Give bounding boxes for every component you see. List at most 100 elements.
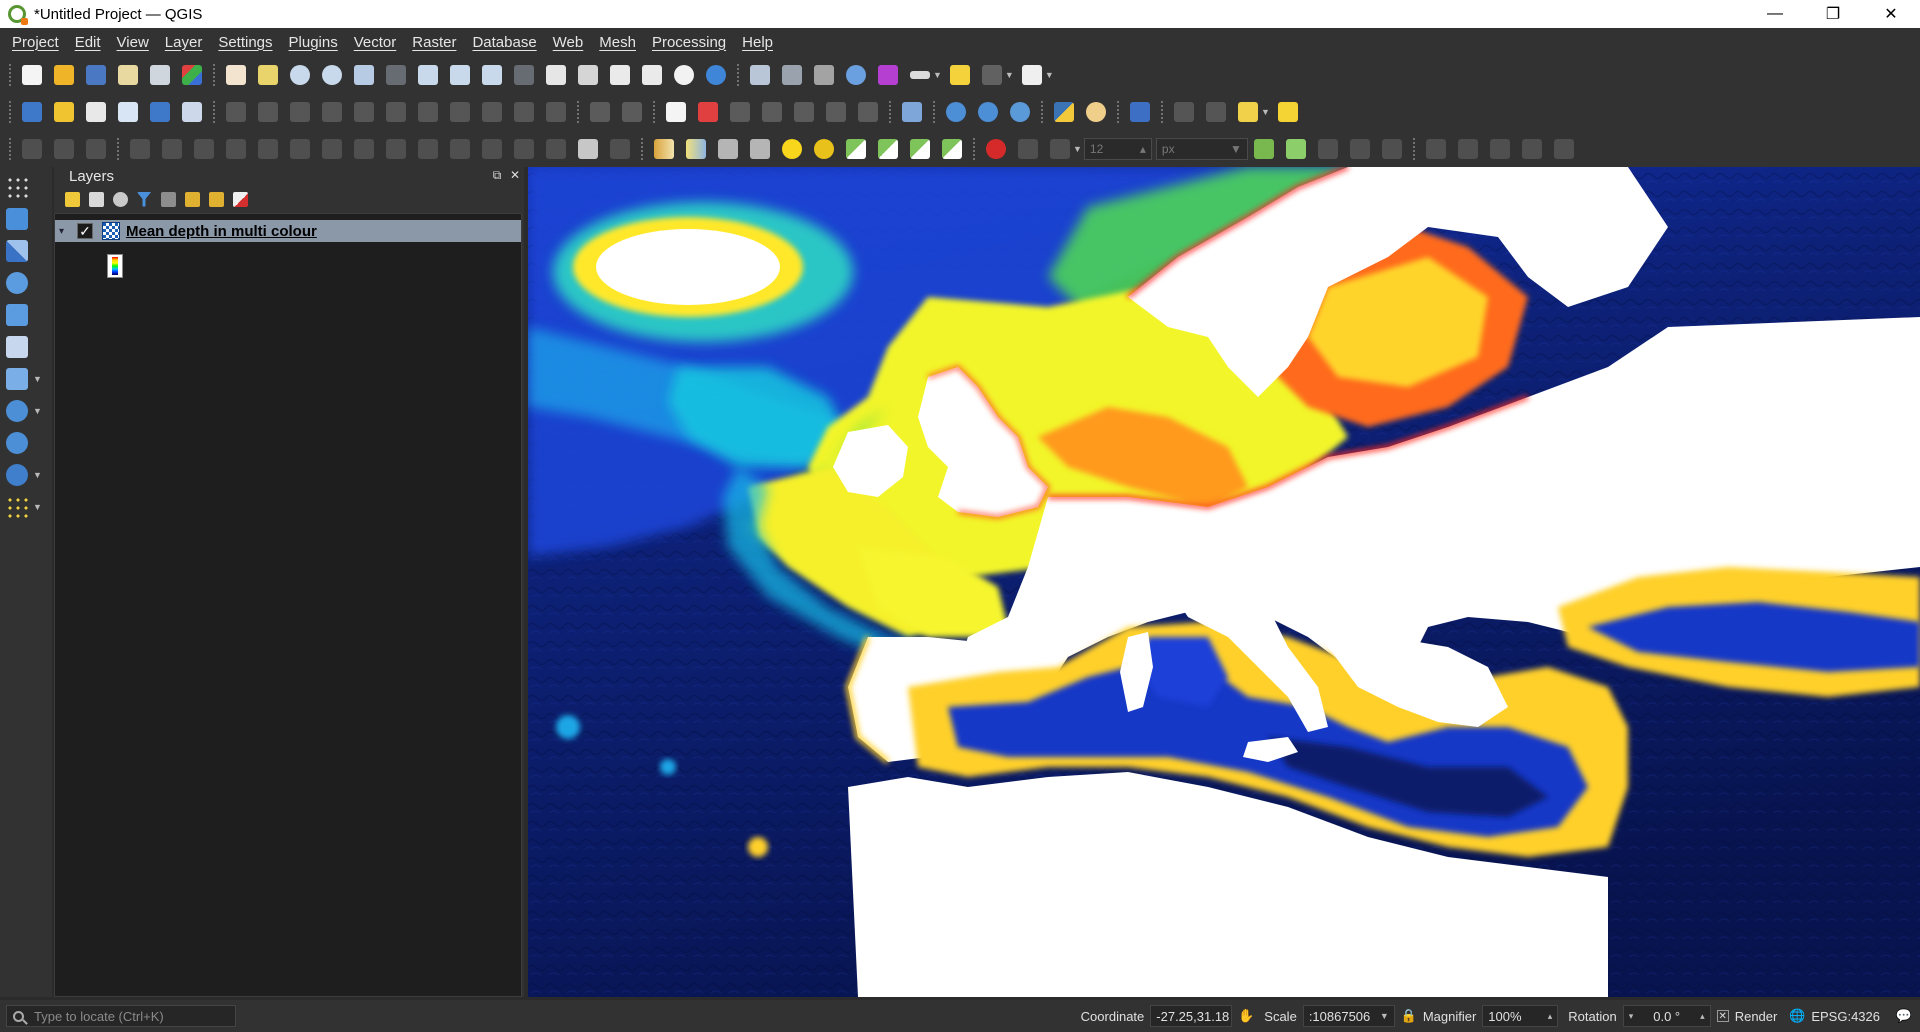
messages-icon[interactable]: 💬 — [1896, 1008, 1912, 1024]
new-3d-map-view-button[interactable] — [574, 61, 602, 89]
annotation-tool-4-button[interactable] — [1518, 135, 1546, 163]
add-group-button[interactable] — [84, 188, 108, 210]
tracing-button[interactable] — [1378, 135, 1406, 163]
coordinate-field[interactable]: -27.25,31.18 — [1150, 1005, 1233, 1027]
zoom-to-selection-button[interactable] — [382, 61, 410, 89]
change-label-button[interactable] — [854, 98, 882, 126]
chevron-down-icon[interactable]: ▼ — [1073, 144, 1082, 154]
layer-visibility-checkbox[interactable]: ✓ — [77, 223, 93, 239]
new-temporary-layer-button[interactable] — [114, 98, 142, 126]
new-virtual-layer-button[interactable] — [146, 98, 174, 126]
db-manager-button[interactable] — [898, 98, 926, 126]
locator-search-input[interactable]: Type to locate (Ctrl+K) — [6, 1005, 236, 1027]
annotation-tool-3-button[interactable] — [1486, 135, 1514, 163]
split-parts-button[interactable] — [382, 135, 410, 163]
rotate-label-button[interactable] — [822, 98, 850, 126]
save-edits-button[interactable] — [286, 98, 314, 126]
show-bookmarks-button[interactable] — [638, 61, 666, 89]
increase-gamma-button[interactable] — [906, 135, 934, 163]
lock-scale-icon[interactable]: 🔒 — [1401, 1008, 1417, 1024]
data-source-manager-button[interactable] — [18, 98, 46, 126]
topological-editing-button[interactable] — [1250, 135, 1278, 163]
menu-mesh[interactable]: Mesh — [591, 34, 644, 51]
toolbar-handle[interactable] — [212, 99, 216, 124]
chevron-down-icon[interactable]: ▼ — [933, 70, 942, 80]
zoom-out-button[interactable] — [318, 61, 346, 89]
add-raster-layer-button[interactable] — [6, 235, 42, 267]
toggle-editing-button[interactable] — [254, 98, 282, 126]
new-print-layout-button[interactable] — [114, 61, 142, 89]
close-panel-icon[interactable]: ✕ — [508, 168, 522, 183]
add-xyz-layer-button[interactable] — [6, 427, 42, 459]
label-toolbar-button[interactable] — [586, 98, 614, 126]
add-polygon-button[interactable] — [18, 135, 46, 163]
delete-ring-button[interactable] — [222, 135, 250, 163]
new-project-button[interactable] — [18, 61, 46, 89]
fill-ring-button[interactable] — [190, 135, 218, 163]
decrease-gamma-button[interactable] — [938, 135, 966, 163]
plugins-button[interactable] — [1082, 98, 1110, 126]
add-delimited-text-button[interactable] — [6, 203, 42, 235]
undock-panel-icon[interactable]: ⧉ — [490, 168, 504, 183]
modify-attributes-button[interactable] — [350, 98, 378, 126]
python-console-button[interactable] — [1050, 98, 1078, 126]
crs-value[interactable]: EPSG:4326 — [1811, 1009, 1880, 1024]
reshape-button[interactable] — [286, 135, 314, 163]
zoom-in-button[interactable] — [286, 61, 314, 89]
toolbar-handle[interactable] — [116, 136, 120, 161]
magnifier-spinbox[interactable]: 100% ▴ — [1482, 1005, 1559, 1027]
menu-plugins[interactable]: Plugins — [281, 34, 346, 51]
open-layer-styling-button[interactable] — [60, 188, 84, 210]
map-tips-button[interactable] — [946, 61, 974, 89]
snap-type-button[interactable] — [1046, 135, 1074, 163]
local-histogram-button[interactable] — [714, 135, 742, 163]
digitize-shape-button[interactable] — [606, 135, 634, 163]
offset-curve-button[interactable] — [318, 135, 346, 163]
toolbar-handle[interactable] — [736, 62, 740, 87]
menu-vector[interactable]: Vector — [346, 34, 405, 51]
simplify-button[interactable] — [510, 135, 538, 163]
toolbar-handle[interactable] — [576, 99, 580, 124]
select-by-value-button[interactable] — [1274, 98, 1302, 126]
new-geopackage-button[interactable] — [50, 98, 78, 126]
identify-features-button[interactable] — [746, 61, 774, 89]
cut-features-button[interactable] — [414, 98, 442, 126]
vertex-tool-button[interactable] — [50, 135, 78, 163]
filter-by-expression-button[interactable] — [156, 188, 180, 210]
add-part-button[interactable] — [158, 135, 186, 163]
save-project-button[interactable] — [82, 61, 110, 89]
redo-button[interactable] — [542, 98, 570, 126]
delete-selected-button[interactable] — [382, 98, 410, 126]
select-features-button[interactable] — [1170, 98, 1198, 126]
zoom-last-button[interactable] — [478, 61, 506, 89]
toolbar-handle[interactable] — [8, 136, 12, 161]
menu-project[interactable]: Project — [4, 34, 67, 51]
copy-features-button[interactable] — [446, 98, 474, 126]
add-arcgis-layer-button[interactable]: ▼ — [6, 459, 42, 491]
new-map-view-button[interactable] — [542, 61, 570, 89]
menu-processing[interactable]: Processing — [644, 34, 734, 51]
menu-edit[interactable]: Edit — [67, 34, 109, 51]
zoom-to-layer-button[interactable] — [414, 61, 442, 89]
deselect-button[interactable] — [1202, 98, 1230, 126]
add-ring-button[interactable] — [126, 135, 154, 163]
color-ramp-legend[interactable] — [107, 254, 123, 278]
add-wms-layer-button[interactable] — [942, 98, 970, 126]
self-snapping-button[interactable] — [1346, 135, 1374, 163]
manage-map-themes-button[interactable] — [108, 188, 132, 210]
snap-intersection-button[interactable] — [1314, 135, 1342, 163]
snapping-button[interactable] — [982, 135, 1010, 163]
menu-layer[interactable]: Layer — [157, 34, 211, 51]
add-postgis-button[interactable] — [6, 299, 42, 331]
add-wfs-layer-button[interactable] — [974, 98, 1002, 126]
layer-item[interactable]: ▾ ✓ Mean depth in multi colour — [55, 220, 521, 242]
rotation-spinbox[interactable]: ▾ 0.0 ° ▴ — [1622, 1005, 1711, 1027]
layout-manager-button[interactable] — [146, 61, 174, 89]
rotate-symbols-button[interactable] — [478, 135, 506, 163]
toolbar-handle[interactable] — [1160, 99, 1164, 124]
add-spatialite-button[interactable] — [6, 267, 42, 299]
toolbar-handle[interactable] — [972, 136, 976, 161]
current-edits-button[interactable] — [222, 98, 250, 126]
layer-labeling-button[interactable] — [662, 98, 690, 126]
annotation-tool-2-button[interactable] — [1454, 135, 1482, 163]
